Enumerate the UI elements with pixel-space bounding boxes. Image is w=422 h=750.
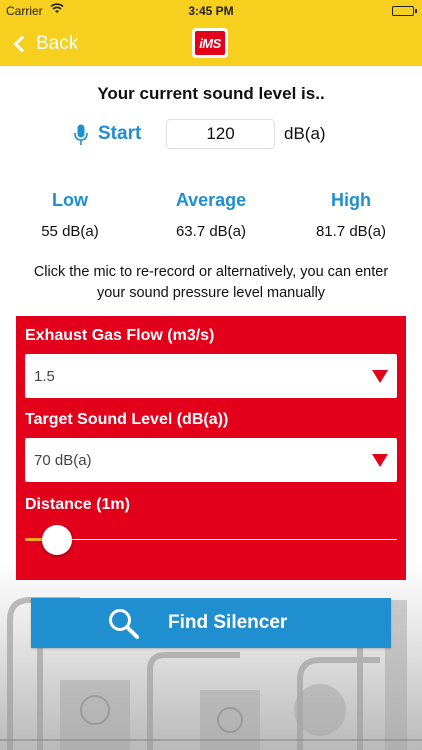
sound-level-unit: dB(a) — [284, 124, 326, 143]
dropdown-triangle-icon — [372, 370, 388, 383]
logo-mark: iMS — [195, 31, 225, 55]
exhaust-gas-flow-label: Exhaust Gas Flow (m3/s) — [25, 327, 215, 344]
stat-average-label: Average — [175, 190, 247, 210]
search-icon — [109, 609, 139, 639]
find-silencer-label: Find Silencer — [168, 612, 288, 633]
record-row: Start dB(a) — [0, 119, 422, 149]
battery-icon — [392, 6, 417, 16]
page-title: Your current sound level is.. — [97, 84, 325, 103]
stat-high-label: High — [331, 190, 371, 210]
target-sound-level-value: 70 dB(a) — [34, 452, 92, 469]
exhaust-gas-flow-select[interactable]: 1.5 — [25, 354, 397, 398]
ims-logo: iMS — [192, 28, 228, 58]
machinery-background-image — [0, 560, 422, 750]
dropdown-triangle-icon — [372, 454, 388, 467]
distance-label: Distance (1m) — [25, 496, 130, 513]
exhaust-gas-flow-value: 1.5 — [34, 368, 55, 385]
stat-low-label: Low — [52, 190, 88, 210]
instruction-text: Click the mic to re-record or alternativ… — [33, 264, 389, 301]
logo-text: iMS — [199, 35, 221, 51]
stat-low: Low 55 dB(a) — [0, 190, 140, 240]
find-silencer-button[interactable]: Find Silencer — [31, 598, 391, 648]
stat-high-value: 81.7 dB(a) — [315, 223, 387, 240]
stat-average: Average 63.7 dB(a) — [141, 190, 281, 240]
stat-high: High 81.7 dB(a) — [281, 190, 421, 240]
sound-level-input[interactable] — [166, 119, 275, 149]
target-sound-level-select[interactable]: 70 dB(a) — [25, 438, 397, 482]
silencer-form: Exhaust Gas Flow (m3/s) 1.5 Target Sound… — [16, 316, 406, 580]
status-bar: Carrier 3:45 PM — [0, 0, 422, 22]
chevron-left-icon — [13, 35, 31, 53]
back-button[interactable]: Back — [10, 30, 78, 58]
start-button[interactable]: Start — [98, 123, 141, 145]
sound-stats: Low 55 dB(a) Average 63.7 dB(a) High 81.… — [0, 190, 422, 250]
stat-low-value: 55 dB(a) — [41, 223, 99, 240]
navigation-bar: Carrier 3:45 PM Back iMS — [0, 0, 422, 66]
back-label: Back — [36, 33, 79, 54]
target-sound-level-label: Target Sound Level (dB(a)) — [25, 411, 229, 428]
status-time: 3:45 PM — [188, 4, 234, 18]
microphone-icon[interactable] — [74, 124, 88, 146]
distance-slider[interactable] — [25, 524, 397, 555]
stat-average-value: 63.7 dB(a) — [175, 223, 247, 240]
slider-handle[interactable] — [42, 525, 72, 555]
slider-track — [25, 539, 397, 540]
